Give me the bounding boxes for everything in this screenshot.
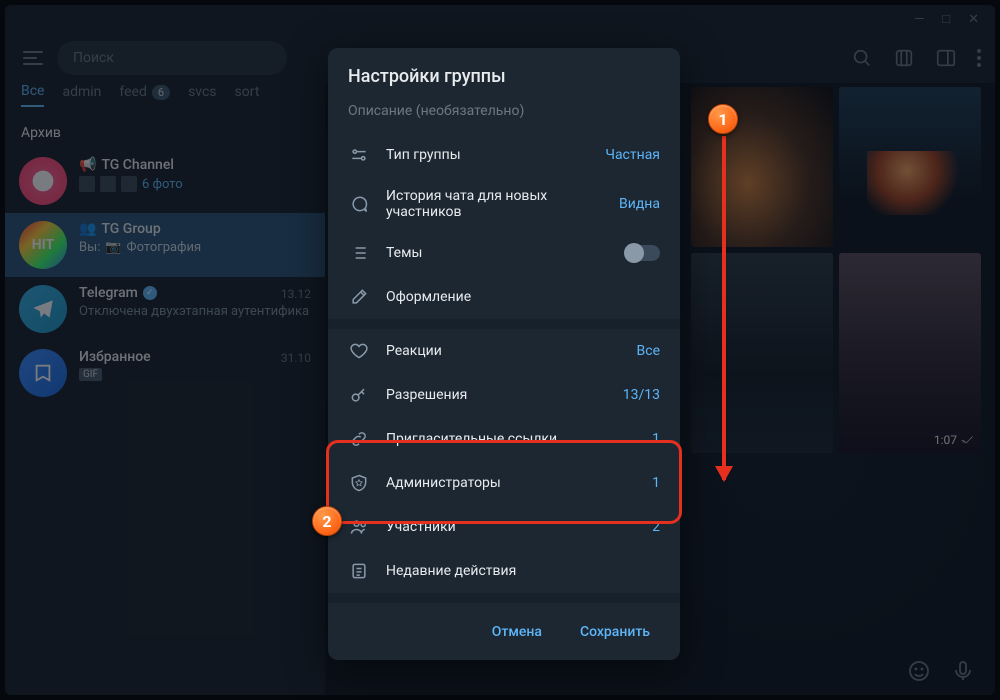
row-value: Все — [637, 343, 660, 359]
row-value: 13/13 — [623, 387, 660, 403]
row-topics[interactable]: Темы — [328, 231, 680, 275]
annotation-callout-2: 2 — [312, 506, 342, 536]
log-icon — [348, 560, 370, 582]
cancel-button[interactable]: Отмена — [478, 616, 556, 648]
modal-title: Настройки группы — [328, 48, 680, 93]
row-permissions[interactable]: Разрешения 13/13 — [328, 373, 680, 417]
row-value: Частная — [605, 147, 660, 163]
heart-icon — [348, 340, 370, 362]
key-icon — [348, 384, 370, 406]
row-group-type[interactable]: Тип группы Частная — [328, 133, 680, 177]
row-appearance[interactable]: Оформление — [328, 275, 680, 319]
link-icon — [348, 428, 370, 450]
save-button[interactable]: Сохранить — [566, 616, 664, 648]
sliders-icon — [348, 144, 370, 166]
row-chat-history[interactable]: История чата для новых участников Видна — [328, 177, 680, 231]
row-value: 1 — [652, 431, 660, 447]
row-recent-actions[interactable]: Недавние действия — [328, 549, 680, 593]
list-icon — [348, 242, 370, 264]
shield-icon — [348, 472, 370, 494]
group-settings-modal: Настройки группы Описание (необязательно… — [328, 48, 680, 660]
group-description-input[interactable]: Описание (необязательно) — [328, 93, 680, 133]
row-reactions[interactable]: Реакции Все — [328, 329, 680, 373]
row-value: Видна — [619, 196, 660, 212]
annotation-callout-1: 1 — [708, 104, 738, 134]
row-value: 2 — [652, 519, 660, 535]
annotation-arrow — [722, 136, 726, 480]
row-value: 1 — [652, 475, 660, 491]
toggle-switch[interactable] — [626, 245, 660, 261]
row-members[interactable]: Участники 2 — [328, 505, 680, 549]
chat-icon — [348, 193, 370, 215]
row-administrators[interactable]: Администраторы 1 — [328, 461, 680, 505]
brush-icon — [348, 286, 370, 308]
row-invite-links[interactable]: Пригласительные ссылки 1 — [328, 417, 680, 461]
members-icon — [348, 516, 370, 538]
